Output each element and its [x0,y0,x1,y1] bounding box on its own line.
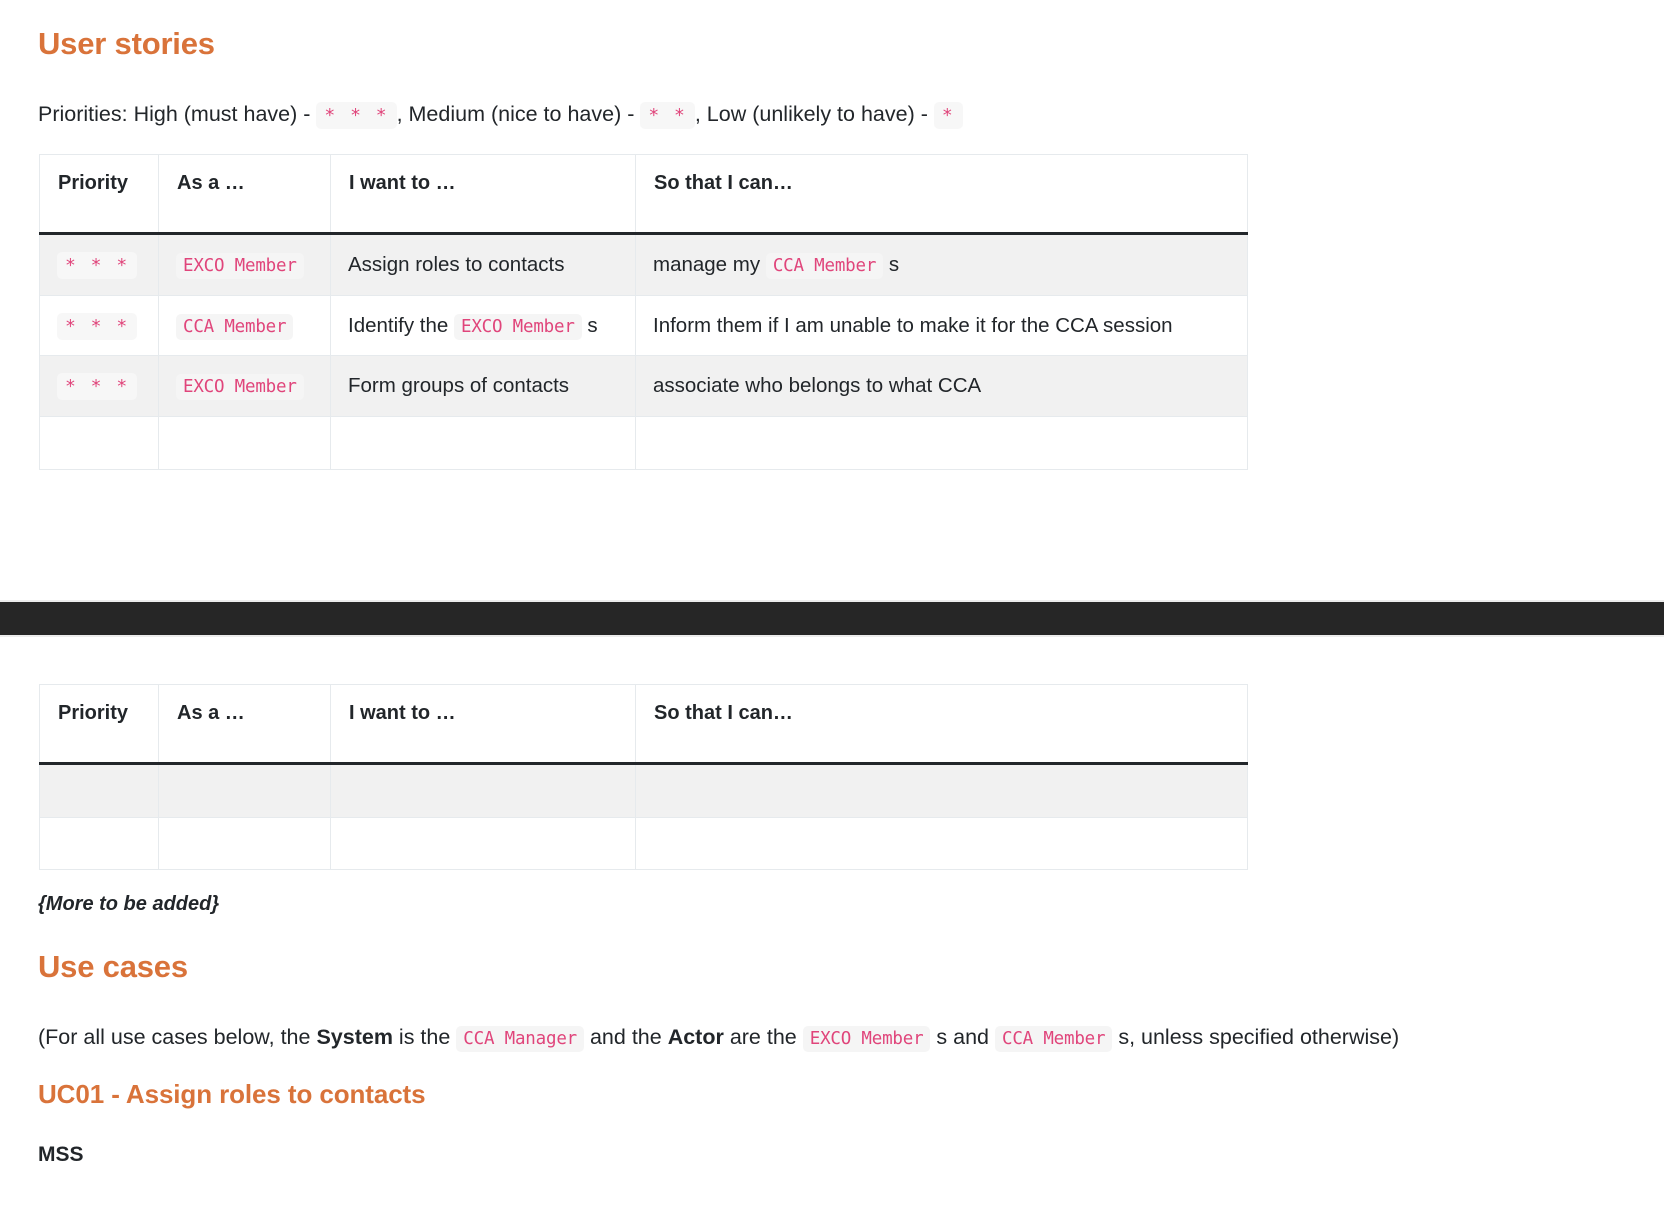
cell-as-a: CCA Member [158,294,331,357]
user-stories-table-wrapper: Priority As a … I want to … So that I ca… [39,154,1248,470]
table-row: * * * EXCO Member Form groups of contact… [39,355,1248,418]
table-row: * * * EXCO Member Assign roles to contac… [39,233,1248,296]
priority-high-badge: * * * [316,102,397,129]
system-chip: CCA Manager [456,1026,584,1052]
page-seam-band [0,602,1664,635]
cell-so-that-i-can [635,816,1248,871]
cell-priority: * * * [39,355,159,418]
cell-as-a: EXCO Member [158,355,331,418]
priority-stars-badge: * * * [57,312,138,340]
column-header-i-want-to: I want to … [330,154,636,235]
column-header-so-that-i-can: So that I can… [635,684,1248,765]
cell-as-a [158,816,331,871]
continued-table-wrapper: Priority As a … I want to … So that I ca… [39,684,1248,871]
i-want-suffix: s [581,313,598,337]
column-header-priority: Priority [39,154,159,235]
continued-user-stories-table: Priority As a … I want to … So that I ca… [39,684,1248,871]
table-row: * * * CCA Member Identify the EXCO Membe… [39,294,1248,357]
priorities-legend-prefix: Priorities: High (must have) - [38,102,317,126]
cell-so-that-i-can: associate who belongs to what CCA [635,355,1248,418]
cell-as-a [158,763,331,818]
role-chip: CCA Member [765,253,884,279]
intro-text-6: s, unless specified otherwise) [1112,1025,1400,1049]
cell-so-that-i-can: Inform them if I am unable to make it fo… [635,294,1248,357]
cell-i-want-to [330,816,636,871]
cell-as-a: EXCO Member [158,233,331,296]
intro-text-5: s and [930,1025,995,1049]
column-header-i-want-to: I want to … [330,684,636,765]
use-cases-intro-paragraph: (For all use cases below, the System is … [38,1022,1399,1053]
cell-so-that-i-can [635,763,1248,818]
page-title-user-stories: User stories [38,26,215,61]
table-header-row: Priority As a … I want to … So that I ca… [39,684,1248,765]
intro-text-1: (For all use cases below, the [38,1025,317,1049]
intro-bold-actor: Actor [667,1025,724,1049]
column-header-priority: Priority [39,684,159,765]
cell-so-that-i-can: manage my CCA Member s [635,233,1248,296]
table-row-empty [39,763,1248,818]
intro-text-2: is the [392,1025,457,1049]
column-header-so-that-i-can: So that I can… [635,154,1248,235]
intro-text-3: and the [584,1025,668,1049]
intro-bold-system: System [316,1025,393,1049]
column-header-as-a: As a … [158,684,331,765]
priority-stars-badge: * * * [57,252,138,279]
table-header-row: Priority As a … I want to … So that I ca… [39,154,1248,235]
role-chip: EXCO Member [176,374,304,401]
i-want-prefix: Identify the [348,313,454,337]
table-row-empty [39,416,1248,470]
intro-text-4: are the [723,1025,803,1049]
cell-i-want-to [330,763,636,818]
so-that-suffix: s [883,253,900,276]
priority-medium-badge: * * [640,102,695,129]
page-seam-hairline-bottom [0,635,1664,637]
cell-as-a [158,416,331,470]
cell-i-want-to [330,416,636,470]
cell-priority [39,763,159,818]
more-to-be-added-note: {More to be added} [38,893,220,915]
cell-priority: * * * [39,233,159,296]
heading-uc01: UC01 - Assign roles to contacts [38,1079,426,1109]
cell-i-want-to: Identify the EXCO Member s [330,294,636,357]
priorities-legend: Priorities: High (must have) - * * *, Me… [38,99,963,130]
heading-mss: MSS [38,1143,84,1166]
role-chip: CCA Member [176,313,294,340]
priority-low-badge: * [933,102,963,129]
priority-stars-badge: * * * [57,373,138,401]
cell-i-want-to: Form groups of contacts [330,355,636,418]
document-page: User stories Priorities: High (must have… [0,0,1664,1230]
column-header-as-a: As a … [158,154,331,235]
cell-priority [39,416,159,470]
role-chip: CCA Member [994,1026,1113,1052]
page-title-use-cases: Use cases [38,949,188,984]
cell-so-that-i-can [635,416,1248,470]
cell-i-want-to: Assign roles to contacts [330,233,636,296]
role-chip: EXCO Member [802,1026,931,1052]
user-stories-table: Priority As a … I want to … So that I ca… [39,154,1248,470]
role-chip: EXCO Member [453,313,582,340]
cell-priority: * * * [39,294,159,357]
so-that-prefix: manage my [653,253,766,276]
priorities-legend-low: , Low (unlikely to have) - [694,102,934,126]
priorities-legend-mid: , Medium (nice to have) - [396,102,641,126]
cell-priority [39,816,159,871]
table-row-empty [39,816,1248,871]
role-chip: EXCO Member [176,253,304,279]
